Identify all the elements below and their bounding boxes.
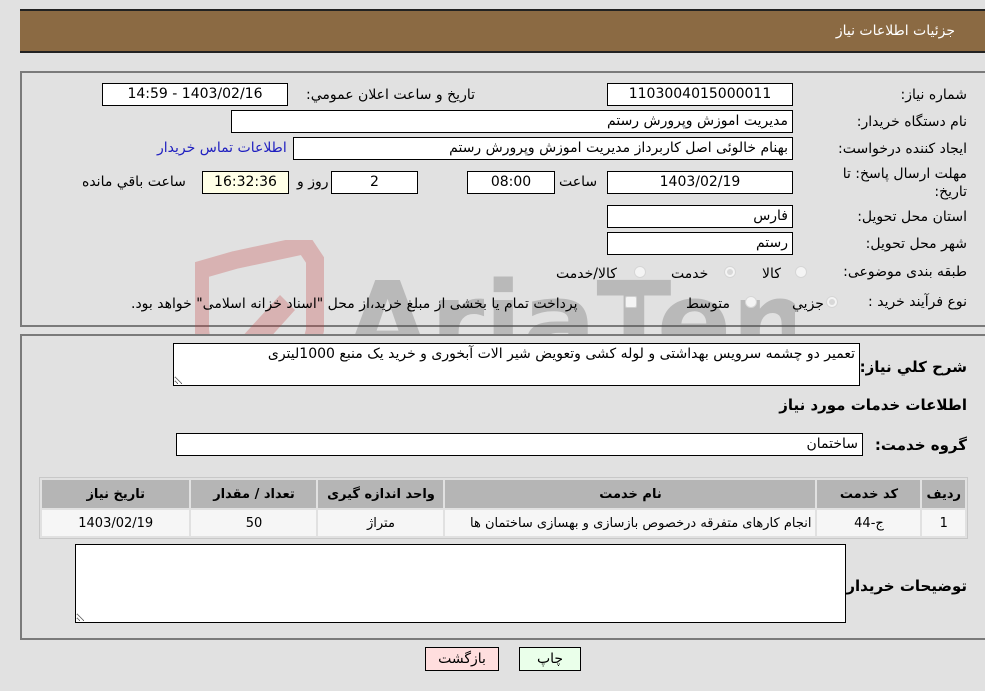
col-header-row-num: رديف <box>922 480 965 508</box>
deadline-label-line2: تاریخ: <box>934 184 967 200</box>
deadline-time-label: ساعت <box>559 174 598 190</box>
col-header-unit: واحد اندازه گيری <box>318 480 444 508</box>
cell-need-date: 1403/02/19 <box>42 510 190 536</box>
buyer-notes-textarea[interactable] <box>75 544 846 623</box>
deadline-time-field: 08:00 <box>467 171 555 194</box>
deadline-label-line1: مهلت ارسال پاسخ: تا <box>842 166 967 182</box>
treasury-note: پرداخت تمام يا بخشی از مبلغ خريد،از محل … <box>131 296 578 312</box>
treasury-checkbox[interactable] <box>625 296 637 308</box>
buyer-org-field: مديريت اموزش وپرورش رستم <box>231 110 793 133</box>
remaining-time-field: 16:32:36 <box>202 171 289 194</box>
services-section-title: اطلاعات خدمات مورد نياز <box>779 396 967 414</box>
description-label: شرح کلي نياز: <box>859 358 967 376</box>
buyer-org-label: نام دستگاه خريدار: <box>856 114 967 130</box>
buyer-contact-link[interactable]: اطلاعات تماس خريدار <box>157 140 287 156</box>
cell-row-num: 1 <box>922 510 965 536</box>
requester-field: بهنام خالوئی اصل کاربرداز مديريت اموزش و… <box>293 137 793 160</box>
col-header-service-name: نام خدمت <box>445 480 816 508</box>
cell-unit: متراژ <box>318 510 444 536</box>
description-textarea[interactable]: تعمير دو چشمه سرويس بهداشتی و لوله کشی و… <box>173 343 860 386</box>
cell-service-code: ج-44 <box>817 510 921 536</box>
city-field: رستم <box>607 232 793 255</box>
col-header-need-date: تاريخ نياز <box>42 480 190 508</box>
process-type-label: نوع فرآيند خريد : <box>868 294 967 310</box>
page-header: جزئیات اطلاعات نیاز <box>20 9 985 53</box>
need-number-label: شماره نیاز: <box>900 87 968 103</box>
category-service-radio[interactable] <box>724 266 736 278</box>
announce-datetime-field: 1403/02/16 - 14:59 <box>102 83 288 106</box>
cell-service-name: انجام کارهای متفرقه درخصوص بازسازی و بهس… <box>445 510 816 536</box>
category-goods-service-label: کالا/خدمت <box>556 266 617 282</box>
category-label: طبقه بندی موضوعی: <box>843 264 967 280</box>
process-minor-radio[interactable] <box>826 296 838 308</box>
city-label: شهر محل تحويل: <box>865 236 967 252</box>
process-medium-radio[interactable] <box>745 296 757 308</box>
category-service-label: خدمت <box>671 266 709 282</box>
col-header-quantity: تعداد / مقدار <box>191 480 317 508</box>
process-medium-label: متوسط <box>686 296 730 312</box>
province-field: فارس <box>607 205 793 228</box>
print-button[interactable]: چاپ <box>519 647 581 671</box>
remaining-days-field: 2 <box>331 171 418 194</box>
page-title: جزئیات اطلاعات نیاز <box>835 23 955 39</box>
process-minor-label: جزيي <box>792 296 824 312</box>
requester-label: ايجاد کننده درخواست: <box>838 141 967 157</box>
buyer-notes-label: توضيحات خريدار: <box>840 577 967 595</box>
table-header-row: رديف کد خدمت نام خدمت واحد اندازه گيری ت… <box>42 480 965 508</box>
days-label: روز و <box>297 174 329 190</box>
service-group-field: ساختمان <box>176 433 863 456</box>
col-header-service-code: کد خدمت <box>817 480 921 508</box>
cell-quantity: 50 <box>191 510 317 536</box>
category-goods-service-radio[interactable] <box>634 266 646 278</box>
announce-datetime-label: تاريخ و ساعت اعلان عمومي: <box>306 87 475 103</box>
service-group-label: گروه خدمت: <box>874 436 967 454</box>
province-label: استان محل تحويل: <box>857 209 967 225</box>
remaining-time-label: ساعت باقي مانده <box>82 174 186 190</box>
category-goods-radio[interactable] <box>795 266 807 278</box>
need-number-field: 1103004015000011 <box>607 83 793 106</box>
table-row: 1 ج-44 انجام کارهای متفرقه درخصوص بازساز… <box>42 510 965 536</box>
category-goods-label: کالا <box>762 266 781 282</box>
deadline-date-field: 1403/02/19 <box>607 171 793 194</box>
back-button[interactable]: بازگشت <box>425 647 499 671</box>
services-table: رديف کد خدمت نام خدمت واحد اندازه گيری ت… <box>39 477 968 539</box>
